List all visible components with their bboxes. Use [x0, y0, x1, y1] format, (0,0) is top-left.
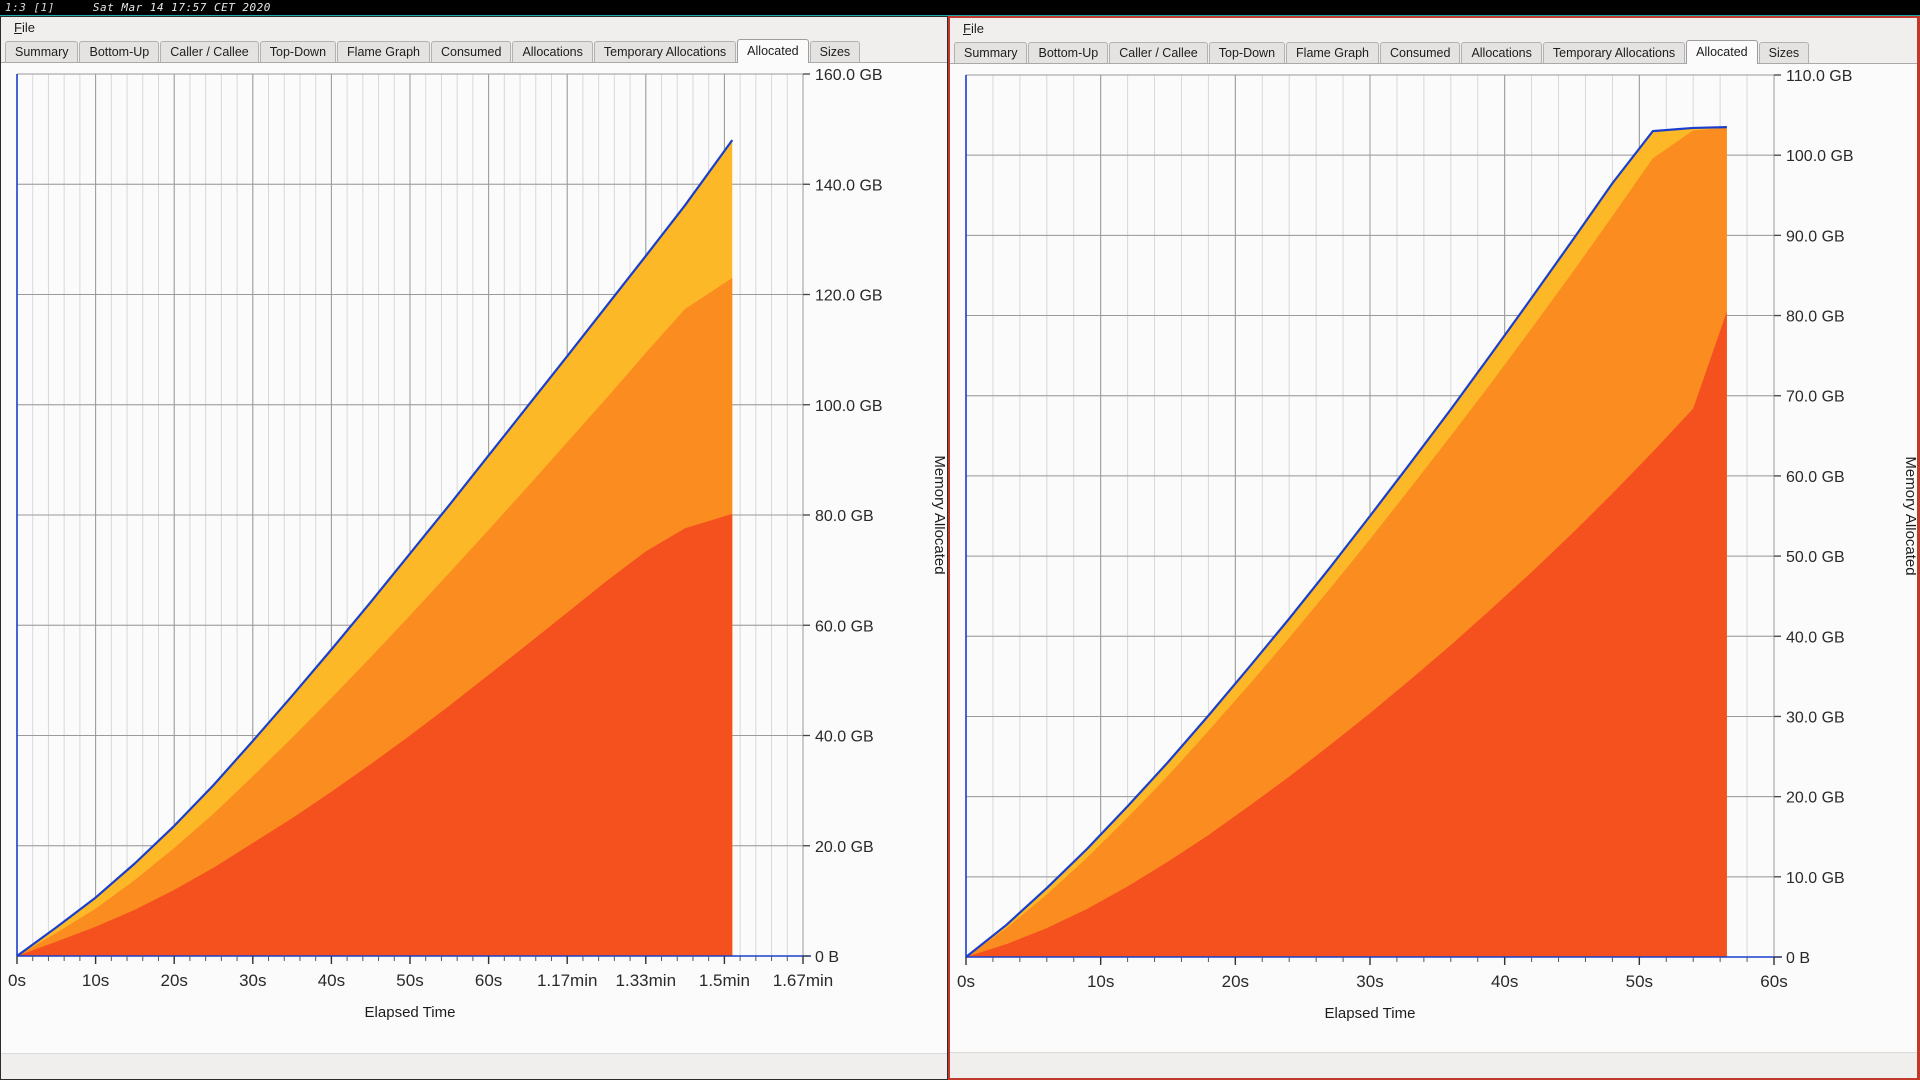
- chart-panel-right[interactable]: 0 B 10.0 GB 20.0 GB 30.0 GB 40.0 GB 50.0 GB 60…: [950, 64, 1917, 1078]
- tab-consumed[interactable]: Consumed: [1379, 42, 1461, 63]
- tab-sizes[interactable]: Sizes: [1758, 42, 1810, 63]
- tab-top-down[interactable]: Top-Down: [259, 41, 337, 62]
- y-tick-label: 0 B: [1786, 950, 1810, 967]
- x-tick-label: 40s: [1491, 972, 1518, 991]
- menu-file[interactable]: File: [958, 19, 989, 38]
- y-axis-title: Memory Allocated: [1902, 456, 1916, 575]
- tab-sizes[interactable]: Sizes: [809, 41, 861, 62]
- x-tick-label: 0s: [8, 971, 26, 990]
- x-tick-label: 30s: [239, 971, 266, 990]
- x-tick-label: 1.17min: [537, 971, 597, 990]
- x-tick-label: 1.33min: [616, 971, 676, 990]
- menu-file-mnemonic: F: [14, 20, 22, 35]
- y-tick-label: 140.0 GB: [815, 177, 883, 194]
- chart-svg: 0 B 10.0 GB 20.0 GB 30.0 GB 40.0 GB 50.0 GB 60…: [957, 68, 1916, 1022]
- tab-allocations[interactable]: Allocations: [1461, 42, 1542, 63]
- x-tick-label: 40s: [318, 971, 345, 990]
- x-tick-label: 50s: [1626, 972, 1653, 991]
- y-tick-label: 80.0 GB: [1786, 309, 1845, 326]
- y-tick-label: 20.0 GB: [815, 839, 874, 856]
- y-tick-label: 10.0 GB: [1786, 870, 1845, 887]
- y-tick-label: 110.0 GB: [1786, 68, 1852, 85]
- menubar-right: File: [950, 18, 1917, 40]
- chart-panel-left[interactable]: 0 B 20.0 GB 40.0 GB 60.0 GB 80.0 GB 100.0 GB 1…: [1, 63, 947, 1079]
- y-tick-label: 30.0 GB: [1786, 709, 1845, 726]
- y-axis-ticks: 0 B 10.0 GB 20.0 GB 30.0 GB 40.0 GB 50.0 GB 60…: [1774, 68, 1854, 967]
- x-axis-title: Elapsed Time: [1325, 1005, 1416, 1022]
- tab-bottom-up[interactable]: Bottom-Up: [79, 41, 160, 62]
- allocated-chart-right[interactable]: 0 B 10.0 GB 20.0 GB 30.0 GB 40.0 GB 50.0 GB 60…: [950, 65, 1917, 1035]
- tab-temporary-allocations[interactable]: Temporary Allocations: [1542, 42, 1686, 63]
- y-tick-label: 60.0 GB: [815, 618, 874, 635]
- x-tick-label: 30s: [1356, 972, 1383, 991]
- tab-allocated[interactable]: Allocated: [1686, 40, 1758, 64]
- tabbar-left[interactable]: Summary Bottom-Up Caller / Callee Top-Down F…: [1, 39, 947, 63]
- x-tick-label: 1.67min: [773, 971, 833, 990]
- y-axis-title: Memory Allocated: [931, 455, 945, 574]
- x-tick-label: 10s: [82, 971, 109, 990]
- menu-file-rest: ile: [970, 21, 984, 36]
- clock: Sat Mar 14 17:57 CET 2020: [92, 1, 271, 14]
- window-right[interactable]: File Summary Bottom-Up Caller / Callee Top-…: [948, 16, 1920, 1080]
- tab-caller-callee[interactable]: Caller / Callee: [1109, 42, 1208, 63]
- status-strip-left: [1, 1053, 947, 1079]
- tab-top-down[interactable]: Top-Down: [1208, 42, 1286, 63]
- menu-file-rest: ile: [21, 20, 35, 35]
- window-left[interactable]: File Summary Bottom-Up Caller / Callee Top-…: [0, 16, 948, 1080]
- menu-file-mnemonic: F: [963, 21, 971, 36]
- tab-allocations[interactable]: Allocations: [512, 41, 593, 62]
- x-axis-ticks: 0s 10s 20s 30s 40s 50s 60s 1.17min 1.33min 1.5min…: [8, 956, 833, 990]
- y-tick-label: 50.0 GB: [1786, 549, 1845, 566]
- allocated-chart-left[interactable]: 0 B 20.0 GB 40.0 GB 60.0 GB 80.0 GB 100.0 GB 1…: [1, 64, 947, 1034]
- y-tick-label: 100.0 GB: [815, 398, 883, 415]
- x-tick-label: 10s: [1087, 972, 1114, 991]
- tab-summary[interactable]: Summary: [954, 42, 1028, 63]
- tabbar-right[interactable]: Summary Bottom-Up Caller / Callee Top-Down F…: [950, 40, 1917, 64]
- status-strip-right: [950, 1052, 1917, 1078]
- chart-svg: 0 B 20.0 GB 40.0 GB 60.0 GB 80.0 GB 100.0 GB 1…: [8, 67, 945, 1021]
- x-axis-title: Elapsed Time: [365, 1004, 456, 1021]
- y-tick-label: 90.0 GB: [1786, 228, 1845, 245]
- menu-file[interactable]: File: [9, 18, 40, 37]
- x-axis-ticks: 0s 10s 20s 30s 40s 50s 60s: [957, 957, 1788, 991]
- tab-flame-graph[interactable]: Flame Graph: [1286, 42, 1379, 63]
- y-tick-label: 60.0 GB: [1786, 469, 1845, 486]
- y-tick-label: 100.0 GB: [1786, 148, 1854, 165]
- tab-temporary-allocations[interactable]: Temporary Allocations: [593, 41, 737, 62]
- tab-allocated[interactable]: Allocated: [737, 39, 809, 63]
- tab-bottom-up[interactable]: Bottom-Up: [1028, 42, 1109, 63]
- y-tick-label: 40.0 GB: [815, 729, 874, 746]
- tab-flame-graph[interactable]: Flame Graph: [337, 41, 430, 62]
- x-tick-label: 60s: [1760, 972, 1787, 991]
- y-tick-label: 0 B: [815, 949, 839, 966]
- y-tick-label: 40.0 GB: [1786, 629, 1845, 646]
- y-tick-label: 80.0 GB: [815, 508, 874, 525]
- y-tick-label: 160.0 GB: [815, 67, 883, 84]
- tab-caller-callee[interactable]: Caller / Callee: [160, 41, 259, 62]
- tab-consumed[interactable]: Consumed: [430, 41, 512, 62]
- x-tick-label: 50s: [396, 971, 423, 990]
- workspace-tag[interactable]: 1:3 [1]: [0, 1, 55, 14]
- y-tick-label: 20.0 GB: [1786, 790, 1845, 807]
- tab-summary[interactable]: Summary: [5, 41, 79, 62]
- y-tick-label: 70.0 GB: [1786, 389, 1845, 406]
- x-tick-label: 20s: [1222, 972, 1249, 991]
- y-tick-label: 120.0 GB: [815, 288, 883, 305]
- menubar-left: File: [1, 17, 947, 39]
- x-tick-label: 60s: [475, 971, 502, 990]
- x-tick-label: 0s: [957, 972, 975, 991]
- x-tick-label: 20s: [160, 971, 187, 990]
- window-manager-titlebar: 1:3 [1] Sat Mar 14 17:57 CET 2020: [0, 0, 1920, 16]
- desktop: File Summary Bottom-Up Caller / Callee Top-…: [0, 16, 1920, 1080]
- y-axis-ticks: 0 B 20.0 GB 40.0 GB 60.0 GB 80.0 GB 100.0 GB 1…: [803, 67, 883, 966]
- x-tick-label: 1.5min: [699, 971, 750, 990]
